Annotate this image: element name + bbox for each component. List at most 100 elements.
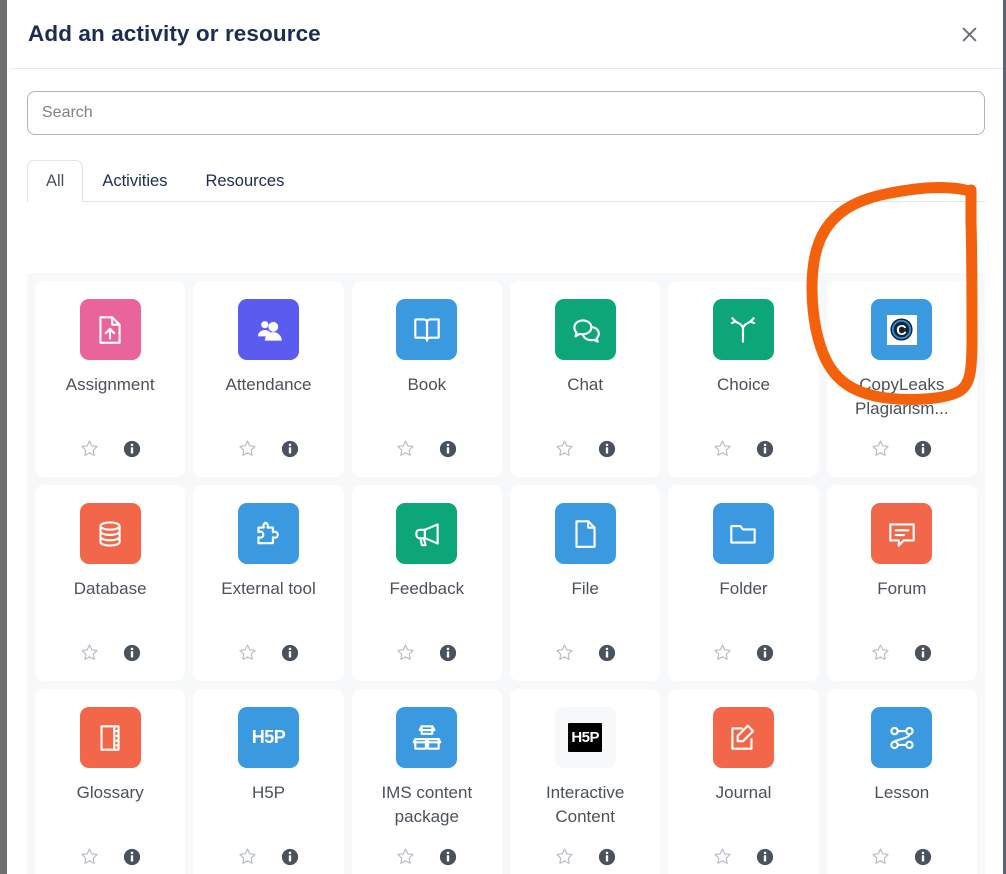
star-outline-icon[interactable] bbox=[555, 439, 574, 463]
activity-grid: Assignment Attendance Book Chat Choice C CopyL… bbox=[27, 273, 985, 874]
file-page-icon bbox=[554, 503, 616, 564]
info-circle-icon[interactable] bbox=[281, 440, 299, 463]
star-outline-icon[interactable] bbox=[238, 439, 257, 463]
activity-grid-area: Assignment Attendance Book Chat Choice C CopyL… bbox=[27, 273, 985, 874]
activity-card[interactable]: Chat bbox=[509, 281, 661, 477]
activity-card[interactable]: H5P Interactive Content bbox=[509, 689, 661, 874]
activity-card-actions bbox=[80, 633, 141, 667]
activity-card-label: Choice bbox=[717, 375, 770, 394]
info-circle-icon[interactable] bbox=[598, 440, 616, 463]
info-circle-icon[interactable] bbox=[914, 440, 932, 463]
screen: o Add an activity or resource All Activi… bbox=[0, 0, 1006, 874]
tab-activities[interactable]: Activities bbox=[83, 160, 186, 202]
star-outline-icon[interactable] bbox=[555, 643, 574, 667]
activity-card-label: Forum bbox=[877, 579, 927, 598]
activity-card[interactable]: C CopyLeaks Plagiarism... bbox=[826, 281, 977, 477]
star-outline-icon[interactable] bbox=[713, 643, 732, 667]
activity-card-label: Chat bbox=[567, 375, 604, 394]
activity-card-actions bbox=[713, 633, 774, 667]
activity-card-label: CopyLeaks Plagiarism... bbox=[855, 375, 949, 418]
puzzle-piece-icon bbox=[237, 503, 299, 564]
tab-bar: All Activities Resources bbox=[27, 159, 985, 202]
info-circle-icon[interactable] bbox=[123, 644, 141, 667]
activity-card[interactable]: Feedback bbox=[351, 485, 502, 681]
activity-card-label: Book bbox=[407, 375, 447, 394]
add-activity-modal: Add an activity or resource All Activiti… bbox=[9, 0, 1003, 874]
info-circle-icon[interactable] bbox=[756, 440, 774, 463]
activity-card-actions bbox=[713, 837, 774, 871]
lesson-path-icon bbox=[871, 707, 933, 768]
info-circle-icon[interactable] bbox=[281, 848, 299, 871]
activity-card-label: Journal bbox=[715, 783, 772, 802]
tab-all[interactable]: All bbox=[27, 160, 84, 202]
activity-card[interactable]: Forum bbox=[826, 485, 977, 681]
activity-card-label: Attendance bbox=[225, 375, 312, 394]
star-outline-icon[interactable] bbox=[80, 439, 99, 463]
info-circle-icon[interactable] bbox=[756, 848, 774, 871]
activity-card-label: Folder bbox=[719, 579, 768, 598]
copyleaks-logo-icon: C bbox=[871, 299, 933, 360]
activity-card[interactable]: Glossary bbox=[35, 689, 186, 874]
star-outline-icon[interactable] bbox=[713, 439, 732, 463]
star-outline-icon[interactable] bbox=[238, 643, 257, 667]
activity-card-label: Assignment bbox=[65, 375, 155, 394]
book-open-icon bbox=[396, 299, 458, 360]
glossary-book-icon bbox=[79, 707, 141, 768]
activity-card[interactable]: Choice bbox=[668, 281, 819, 477]
activity-card-actions bbox=[555, 429, 616, 463]
database-cylinder-icon bbox=[79, 503, 141, 564]
activity-card[interactable]: Book bbox=[351, 281, 502, 477]
activity-card-label: Feedback bbox=[389, 579, 465, 598]
info-circle-icon[interactable] bbox=[598, 848, 616, 871]
activity-card-label: IMS content package bbox=[381, 783, 473, 826]
activity-card[interactable]: Database bbox=[35, 485, 186, 681]
star-outline-icon[interactable] bbox=[80, 643, 99, 667]
megaphone-icon bbox=[396, 503, 458, 564]
info-circle-icon[interactable] bbox=[439, 848, 457, 871]
star-outline-icon[interactable] bbox=[238, 847, 257, 871]
star-outline-icon[interactable] bbox=[80, 847, 99, 871]
star-outline-icon[interactable] bbox=[713, 847, 732, 871]
activity-card[interactable]: File bbox=[509, 485, 661, 681]
activity-card-actions bbox=[238, 429, 299, 463]
close-icon[interactable] bbox=[952, 17, 986, 51]
search-input[interactable] bbox=[27, 91, 985, 135]
info-circle-icon[interactable] bbox=[914, 644, 932, 667]
choice-fork-icon bbox=[712, 299, 774, 360]
activity-card[interactable]: Lesson bbox=[826, 689, 977, 874]
activity-card-actions bbox=[80, 429, 141, 463]
activity-card-actions bbox=[238, 633, 299, 667]
activity-card[interactable]: Attendance bbox=[193, 281, 344, 477]
star-outline-icon[interactable] bbox=[555, 847, 574, 871]
activity-card[interactable]: Assignment bbox=[35, 281, 186, 477]
h5p-black-icon: H5P bbox=[554, 707, 616, 768]
info-circle-icon[interactable] bbox=[439, 644, 457, 667]
info-circle-icon[interactable] bbox=[598, 644, 616, 667]
info-circle-icon[interactable] bbox=[123, 440, 141, 463]
activity-card[interactable]: Journal bbox=[668, 689, 819, 874]
star-outline-icon[interactable] bbox=[871, 439, 890, 463]
activity-card-label: Glossary bbox=[76, 783, 144, 802]
star-outline-icon[interactable] bbox=[396, 439, 415, 463]
activity-card[interactable]: IMS content package bbox=[351, 689, 502, 874]
activity-card-actions bbox=[396, 837, 457, 871]
info-circle-icon[interactable] bbox=[123, 848, 141, 871]
activity-card[interactable]: External tool bbox=[193, 485, 344, 681]
tab-resources[interactable]: Resources bbox=[186, 160, 303, 202]
activity-card[interactable]: Folder bbox=[668, 485, 819, 681]
star-outline-icon[interactable] bbox=[396, 643, 415, 667]
star-outline-icon[interactable] bbox=[396, 847, 415, 871]
activity-card[interactable]: H5P H5P bbox=[193, 689, 344, 874]
info-circle-icon[interactable] bbox=[439, 440, 457, 463]
activity-card-label: Database bbox=[73, 579, 147, 598]
activity-card-actions bbox=[555, 633, 616, 667]
star-outline-icon[interactable] bbox=[871, 847, 890, 871]
modal-header: Add an activity or resource bbox=[9, 0, 1003, 69]
info-circle-icon[interactable] bbox=[281, 644, 299, 667]
page-title: Add an activity or resource bbox=[28, 21, 321, 46]
star-outline-icon[interactable] bbox=[871, 643, 890, 667]
activity-card-label: Interactive Content bbox=[545, 783, 625, 826]
activity-card-actions bbox=[871, 837, 932, 871]
info-circle-icon[interactable] bbox=[914, 848, 932, 871]
info-circle-icon[interactable] bbox=[756, 644, 774, 667]
